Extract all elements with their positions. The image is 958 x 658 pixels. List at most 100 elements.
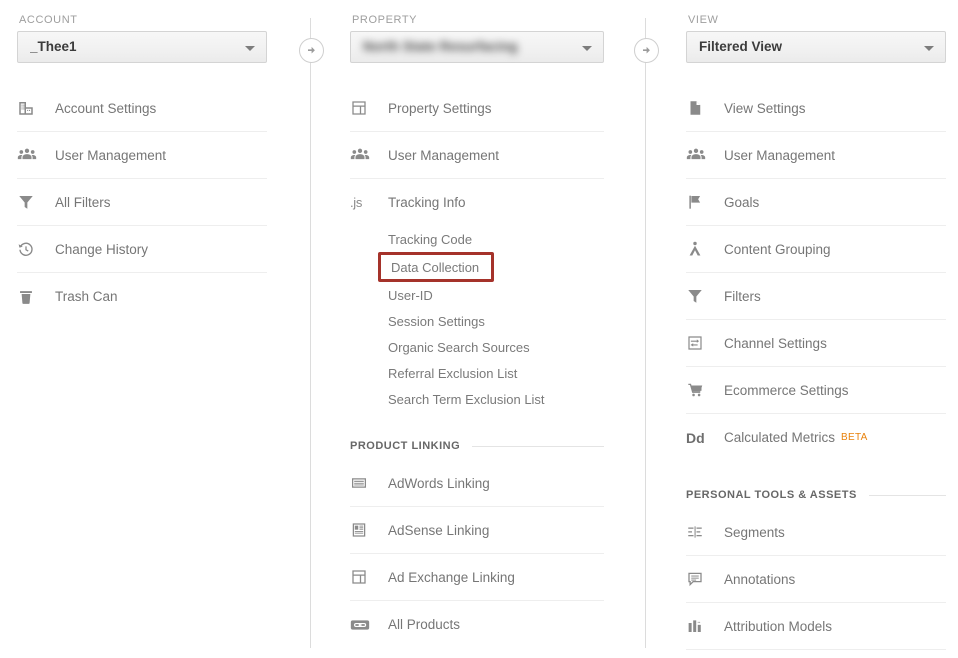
menu-item-label: Annotations bbox=[724, 571, 796, 587]
section-header-label: PERSONAL TOOLS & ASSETS bbox=[686, 489, 857, 501]
menu-item-change-history[interactable]: Change History bbox=[17, 226, 267, 273]
menu-item-label: Ecommerce Settings bbox=[724, 382, 849, 398]
submenu-item-user-id[interactable]: User-ID bbox=[350, 282, 604, 308]
building-icon bbox=[17, 99, 47, 117]
menu-item-label: AdSense Linking bbox=[388, 522, 490, 538]
account-selector[interactable]: _Thee1 bbox=[17, 31, 267, 63]
account-menu: Account Settings User Management All Fil… bbox=[17, 85, 267, 320]
menu-item-ad-exchange-linking[interactable]: Ad Exchange Linking bbox=[350, 554, 604, 601]
menu-item-label: All Filters bbox=[55, 194, 111, 210]
menu-item-label: Segments bbox=[724, 524, 785, 540]
submenu-item-label: Search Term Exclusion List bbox=[388, 391, 545, 407]
menu-item-property-settings[interactable]: Property Settings bbox=[350, 85, 604, 132]
submenu-item-search-term-exclusion-list[interactable]: Search Term Exclusion List bbox=[350, 386, 604, 412]
menu-item-content-grouping[interactable]: Content Grouping bbox=[686, 226, 946, 273]
view-selector[interactable]: Filtered View bbox=[686, 31, 946, 63]
js-icon: .js bbox=[350, 195, 363, 210]
menu-item-label: View Settings bbox=[724, 100, 806, 116]
status-badge-beta: BETA bbox=[841, 432, 868, 443]
adwords-icon bbox=[350, 474, 380, 492]
property-selected-value: North State Resurfacing bbox=[363, 39, 518, 54]
section-header-rule bbox=[868, 494, 946, 496]
submenu-item-label: Organic Search Sources bbox=[388, 339, 530, 355]
section-header-rule bbox=[472, 445, 604, 447]
menu-item-trash-can[interactable]: Trash Can bbox=[17, 273, 267, 320]
funnel-icon bbox=[686, 287, 716, 305]
submenu-item-label: Session Settings bbox=[388, 313, 485, 329]
menu-item-label: Ad Exchange Linking bbox=[388, 569, 515, 585]
menu-item-label: Channel Settings bbox=[724, 335, 827, 351]
dd-icon: Dd bbox=[686, 429, 705, 446]
view-menu: View Settings User Management Goals Cont… bbox=[686, 85, 946, 658]
content-grouping-icon bbox=[686, 240, 716, 258]
menu-item-goals[interactable]: Goals bbox=[686, 179, 946, 226]
trash-icon bbox=[17, 288, 47, 306]
flag-icon bbox=[686, 193, 716, 211]
submenu-item-organic-search-sources[interactable]: Organic Search Sources bbox=[350, 334, 604, 360]
menu-item-label: Content Grouping bbox=[724, 241, 831, 257]
menu-item-view-settings[interactable]: View Settings bbox=[686, 85, 946, 132]
menu-item-tracking-info[interactable]: .js Tracking Info bbox=[350, 179, 604, 226]
menu-item-account-user-management[interactable]: User Management bbox=[17, 132, 267, 179]
menu-item-segments[interactable]: Segments bbox=[686, 509, 946, 556]
menu-item-label: Property Settings bbox=[388, 100, 492, 116]
menu-item-label: Trash Can bbox=[55, 289, 118, 304]
menu-item-property-user-management[interactable]: User Management bbox=[350, 132, 604, 179]
arrow-right-icon-property-to-view[interactable] bbox=[634, 38, 659, 63]
submenu-item-session-settings[interactable]: Session Settings bbox=[350, 308, 604, 334]
annotations-icon bbox=[686, 570, 716, 588]
menu-item-account-settings[interactable]: Account Settings bbox=[17, 85, 267, 132]
menu-item-label: Tracking Info bbox=[388, 195, 466, 210]
chevron-down-icon-property bbox=[582, 46, 592, 51]
submenu-item-label: User-ID bbox=[388, 287, 433, 303]
column-divider-account-property bbox=[310, 18, 311, 648]
history-clock-icon bbox=[17, 240, 47, 258]
account-selected-value: _Thee1 bbox=[30, 39, 77, 54]
property-selector[interactable]: North State Resurfacing bbox=[350, 31, 604, 63]
menu-item-label: User Management bbox=[55, 147, 167, 163]
menu-item-adwords-linking[interactable]: AdWords Linking bbox=[350, 460, 604, 507]
people-icon bbox=[17, 146, 47, 164]
people-icon bbox=[686, 146, 716, 164]
menu-item-filters[interactable]: Filters bbox=[686, 273, 946, 320]
menu-item-label: All Products bbox=[388, 617, 461, 632]
menu-item-view-user-management[interactable]: User Management bbox=[686, 132, 946, 179]
view-column-label: VIEW bbox=[688, 14, 719, 26]
menu-item-all-filters[interactable]: All Filters bbox=[17, 179, 267, 226]
arrow-right-icon-account-to-property[interactable] bbox=[299, 38, 324, 63]
menu-item-adsense-linking[interactable]: AdSense Linking bbox=[350, 507, 604, 554]
document-icon bbox=[686, 99, 716, 117]
people-icon bbox=[350, 146, 380, 164]
menu-item-attribution-models[interactable]: Attribution Models bbox=[686, 603, 946, 650]
attribution-bars-icon bbox=[686, 617, 716, 635]
section-header-personal-tools: PERSONAL TOOLS & ASSETS bbox=[686, 485, 946, 505]
menu-item-all-products[interactable]: All Products bbox=[350, 601, 604, 648]
menu-item-calculated-metrics[interactable]: Dd Calculated Metrics BETA bbox=[686, 414, 946, 461]
menu-item-ecommerce-settings[interactable]: Ecommerce Settings bbox=[686, 367, 946, 414]
view-column: VIEW Filtered View View Settings User Ma… bbox=[669, 0, 958, 658]
submenu-item-tracking-code[interactable]: Tracking Code bbox=[350, 226, 604, 252]
property-column: PROPERTY North State Resurfacing Propert… bbox=[333, 0, 618, 658]
menu-item-channel-settings[interactable]: Channel Settings bbox=[686, 320, 946, 367]
section-header-label: PRODUCT LINKING bbox=[350, 440, 461, 452]
channel-settings-icon bbox=[686, 334, 716, 352]
funnel-icon bbox=[17, 193, 47, 211]
property-window-icon bbox=[350, 99, 380, 117]
menu-item-label: Attribution Models bbox=[724, 618, 833, 634]
chevron-down-icon-account bbox=[245, 46, 255, 51]
menu-item-label: Filters bbox=[724, 288, 761, 304]
ad-exchange-icon bbox=[350, 568, 380, 586]
menu-item-custom-channel-grouping[interactable]: Custom Channel Grouping bbox=[686, 650, 946, 658]
account-column-label: ACCOUNT bbox=[19, 14, 78, 26]
account-column: ACCOUNT _Thee1 Account Settings User Man… bbox=[0, 0, 281, 658]
menu-item-annotations[interactable]: Annotations bbox=[686, 556, 946, 603]
property-column-label: PROPERTY bbox=[352, 14, 418, 26]
submenu-item-data-collection[interactable]: Data Collection bbox=[378, 252, 494, 282]
column-divider-property-view bbox=[645, 18, 646, 648]
submenu-item-referral-exclusion-list[interactable]: Referral Exclusion List bbox=[350, 360, 604, 386]
tracking-info-submenu: Tracking Code Data Collection User-ID Se… bbox=[350, 226, 604, 412]
submenu-item-label: Data Collection bbox=[391, 259, 480, 275]
submenu-item-label: Referral Exclusion List bbox=[388, 365, 518, 381]
menu-item-label: Account Settings bbox=[55, 100, 157, 116]
shopping-cart-icon bbox=[686, 381, 716, 399]
